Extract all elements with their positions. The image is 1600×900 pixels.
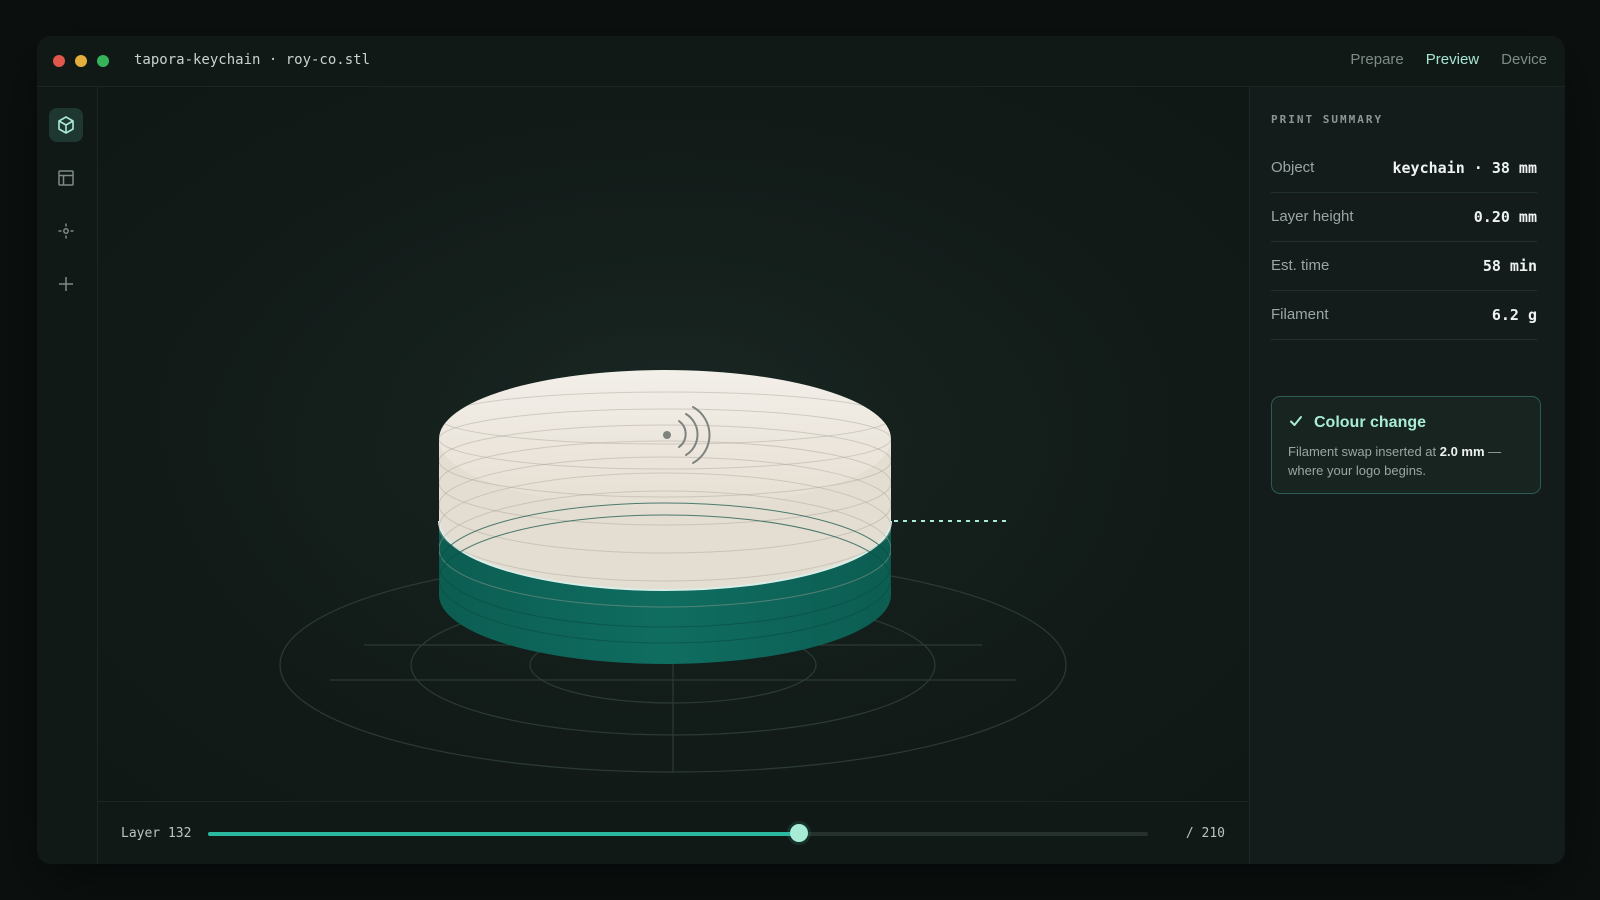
layout-button[interactable] — [49, 161, 83, 195]
summary-value: 6.2 g — [1491, 306, 1537, 324]
notice-title: Colour change — [1314, 414, 1427, 431]
summary-row: Object keychain · 38 mm — [1271, 144, 1537, 193]
crosshair-icon — [58, 223, 74, 239]
minimize-window-button[interactable] — [75, 55, 87, 67]
notice-body: Filament swap inserted at 2.0 mm — where… — [1288, 442, 1528, 480]
layer-slider-handle[interactable] — [789, 824, 808, 842]
layer-label: Layer 132 — [121, 826, 192, 841]
tab-device[interactable]: Device — [1501, 51, 1547, 68]
summary-row: Filament 6.2 g — [1271, 291, 1537, 340]
notice-value: 2.0 mm — [1439, 444, 1485, 459]
position-button[interactable] — [49, 214, 83, 248]
summary-row: Layer height 0.20 mm — [1271, 193, 1537, 242]
tab-prepare[interactable]: Prepare — [1350, 51, 1403, 68]
print-summary-panel: PRINT SUMMARY Object keychain · 38 mm La… — [1249, 87, 1565, 864]
colour-change-notice: Colour change Filament swap inserted at … — [1271, 396, 1541, 494]
plus-icon — [59, 277, 73, 291]
summary-value: keychain · 38 mm — [1392, 159, 1538, 177]
summary-key: Filament — [1271, 306, 1329, 323]
add-object-button[interactable] — [49, 267, 83, 301]
model-preview — [105, 87, 1225, 773]
file-title: tapora-keychain · roy-co.stl — [134, 52, 371, 68]
layer-total: / 210 — [1185, 826, 1225, 841]
layer-slider[interactable] — [208, 824, 1148, 842]
title-bar: tapora-keychain · roy-co.stl Prepare Pre… — [37, 36, 1565, 87]
cube-icon — [58, 116, 74, 134]
layer-bar: Layer 132 / 210 — [98, 801, 1248, 864]
notice-text: Filament swap inserted at — [1288, 444, 1440, 459]
tool-sidebar — [37, 87, 98, 864]
3d-viewport[interactable] — [98, 87, 1248, 801]
check-icon — [1290, 416, 1302, 426]
app-window: tapora-keychain · roy-co.stl Prepare Pre… — [37, 36, 1565, 864]
panel-title: PRINT SUMMARY — [1271, 113, 1384, 126]
summary-row: Est. time 58 min — [1271, 242, 1537, 291]
layout-icon — [58, 170, 74, 186]
tab-preview[interactable]: Preview — [1426, 51, 1479, 68]
summary-value: 58 min — [1482, 257, 1537, 275]
summary-key: Object — [1271, 159, 1315, 176]
maximize-window-button[interactable] — [97, 55, 109, 67]
summary-value: 0.20 mm — [1473, 208, 1537, 226]
close-window-button[interactable] — [53, 55, 65, 67]
view-3d-button[interactable] — [49, 108, 83, 142]
summary-key: Est. time — [1271, 257, 1330, 274]
mode-tabs: Prepare Preview Device — [1350, 51, 1547, 68]
layer-slider-fill — [208, 832, 799, 836]
summary-key: Layer height — [1271, 208, 1354, 225]
cream-top-layers — [438, 370, 892, 591]
